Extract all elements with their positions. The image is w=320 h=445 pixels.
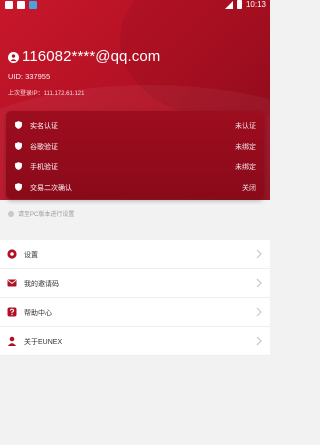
- security-row-phone[interactable]: 手机验证 未绑定: [6, 156, 264, 176]
- settings-menu: 设置 我的邀请码 帮助中心 关于EUNEX: [0, 240, 270, 356]
- gear-icon: [7, 249, 17, 259]
- security-label: 谷歌验证: [30, 144, 58, 151]
- chevron-right-icon: [256, 278, 262, 288]
- shield-icon: [15, 121, 22, 129]
- security-status: 关闭: [242, 185, 256, 192]
- shield-icon: [15, 162, 22, 170]
- system-icons: 10:13: [224, 0, 266, 9]
- signal-icon: [224, 0, 233, 9]
- notice-text: 请至PC版本进行设置: [18, 212, 75, 218]
- notification-icons: [5, 1, 37, 9]
- security-status: 未绑定: [235, 144, 256, 151]
- security-label: 手机验证: [30, 164, 58, 171]
- pc-settings-notice: 请至PC版本进行设置: [8, 209, 74, 218]
- menu-label: 我的邀请码: [24, 281, 59, 288]
- security-status: 未认证: [235, 123, 256, 130]
- chevron-right-icon: [256, 249, 262, 259]
- security-card: 实名认证 未认证 谷歌验证 未绑定 手机验证 未绑定 交易二次确认 关闭: [6, 111, 264, 199]
- account-uid: UID: 337955: [8, 72, 51, 81]
- menu-label: 关于EUNEX: [24, 339, 63, 346]
- security-label: 交易二次确认: [30, 185, 72, 192]
- info-icon: [8, 210, 14, 217]
- shield-icon: [15, 142, 22, 150]
- menu-label: 帮助中心: [24, 310, 52, 317]
- menu-item-help-center[interactable]: 帮助中心: [0, 298, 270, 327]
- security-row-identity[interactable]: 实名认证 未认证: [6, 115, 264, 135]
- security-row-google[interactable]: 谷歌验证 未绑定: [6, 136, 264, 156]
- menu-label: 设置: [24, 252, 38, 259]
- security-status: 未绑定: [235, 164, 256, 171]
- avatar-icon[interactable]: [8, 52, 19, 63]
- security-row-trade-confirm[interactable]: 交易二次确认 关闭: [6, 177, 264, 197]
- menu-item-invite-code[interactable]: 我的邀请码: [0, 269, 270, 298]
- shield-icon: [15, 183, 22, 191]
- help-icon: [7, 307, 17, 317]
- chevron-right-icon: [256, 336, 262, 346]
- clock: 10:13: [245, 0, 266, 9]
- last-login-ip: 上次登录IP：111.172.61.121: [8, 91, 85, 97]
- notification-icon: [29, 1, 37, 9]
- notification-icon: [5, 1, 13, 9]
- account-email: 116082****@qq.com: [22, 48, 161, 65]
- notification-icon: [17, 1, 25, 9]
- chevron-right-icon: [256, 307, 262, 317]
- battery-icon: [236, 0, 242, 9]
- menu-item-about[interactable]: 关于EUNEX: [0, 327, 270, 356]
- menu-item-settings[interactable]: 设置: [0, 240, 270, 269]
- security-label: 实名认证: [30, 123, 58, 130]
- mail-icon: [7, 279, 17, 287]
- person-icon: [7, 336, 17, 346]
- status-bar: 10:13: [0, 0, 270, 12]
